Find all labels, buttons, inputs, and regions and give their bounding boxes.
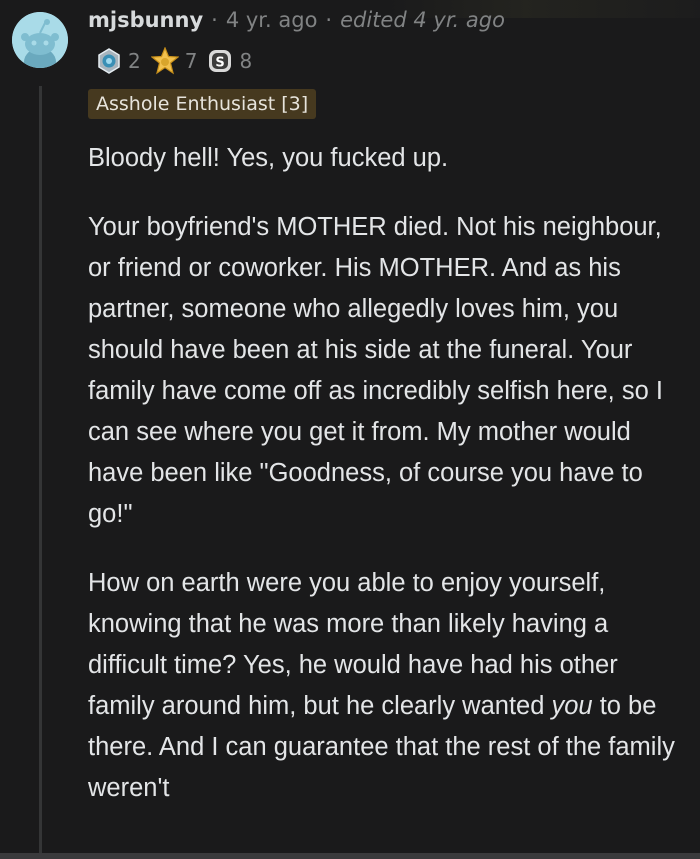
silver-medal-icon [98,48,120,74]
s-badge-icon: S [209,50,232,72]
emphasis-text: you [551,692,593,720]
comment-paragraph: How on earth were you able to enjoy your… [88,563,688,809]
thread-collapse-line[interactable] [39,86,42,859]
svg-text:S: S [216,56,225,71]
separator-dot: · [211,8,218,32]
paragraph-text: How on earth were you able to enjoy your… [88,569,618,720]
awards-row[interactable]: 2 7 S 8 [96,46,262,76]
comment-paragraph: Your boyfriend's MOTHER died. Not his ne… [88,213,663,528]
award-count: 8 [239,49,253,73]
bottom-divider [0,853,700,859]
separator-dot: · [325,8,333,32]
username-link[interactable]: mjsbunny [88,8,203,32]
comment-age: 4 yr. ago [225,8,318,32]
award-gold[interactable]: 7 [150,47,198,75]
award-silver-s[interactable]: S 8 [207,48,252,74]
gold-star-icon [150,47,179,75]
award-silver[interactable]: 2 [96,48,141,74]
comment-body: Bloody hell! Yes, you fucked up. Your bo… [88,138,688,837]
snoo-avatar-icon [12,12,68,68]
user-flair: Asshole Enthusiast [3] [88,89,317,119]
award-count: 7 [184,49,198,73]
edited-label: edited 4 yr. ago [340,8,505,32]
comment-paragraph: Bloody hell! Yes, you fucked up. [88,144,449,172]
award-count: 2 [128,49,141,73]
user-avatar[interactable] [12,12,68,68]
comment-header: mjsbunny · 4 yr. ago · edited 4 yr. ago [88,8,505,40]
